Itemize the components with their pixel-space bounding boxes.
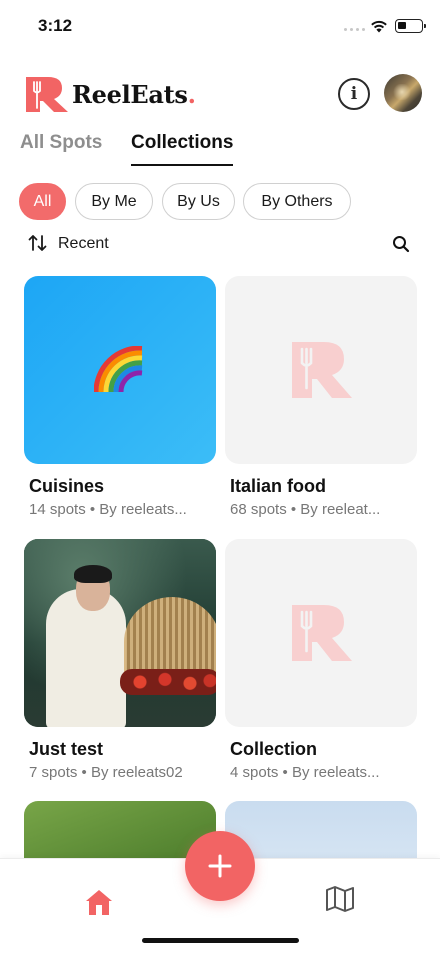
home-indicator bbox=[142, 938, 299, 943]
status-bar: 3:12 bbox=[0, 0, 440, 50]
collection-thumbnail bbox=[24, 276, 216, 464]
wifi-icon bbox=[371, 20, 387, 33]
rainbow-icon bbox=[94, 346, 143, 393]
collection-card[interactable]: Collection 4 spots • By reeleats... bbox=[225, 539, 417, 781]
view-tabs: All Spots Collections bbox=[20, 132, 420, 168]
sort-label[interactable]: Recent bbox=[58, 235, 109, 253]
tab-collections[interactable]: Collections bbox=[131, 132, 233, 154]
filter-chips: All By Me By Us By Others bbox=[19, 183, 429, 220]
collection-card[interactable]: Cuisines 14 spots • By reeleats... bbox=[24, 276, 216, 518]
collection-thumbnail bbox=[225, 539, 417, 727]
collection-thumbnail bbox=[225, 276, 417, 464]
placeholder-logo-icon bbox=[292, 342, 352, 398]
collection-title: Cuisines bbox=[29, 476, 105, 496]
map-icon[interactable] bbox=[325, 885, 355, 913]
collection-meta: 68 spots • By reeleat... bbox=[230, 501, 381, 518]
battery-icon bbox=[395, 19, 426, 33]
home-icon[interactable] bbox=[84, 887, 114, 917]
signal-dots-icon bbox=[344, 28, 366, 32]
photo-person-hair bbox=[74, 565, 112, 583]
collection-meta: 14 spots • By reeleats... bbox=[29, 501, 187, 518]
tab-all-spots[interactable]: All Spots bbox=[20, 132, 102, 154]
info-icon: i bbox=[350, 84, 358, 104]
search-icon[interactable] bbox=[392, 235, 410, 253]
sort-row: Recent bbox=[28, 232, 416, 256]
filter-chip-by-me[interactable]: By Me bbox=[75, 183, 153, 220]
collection-card[interactable]: Just test 7 spots • By reeleats02 bbox=[24, 539, 216, 781]
logo-mark-icon bbox=[26, 77, 68, 112]
info-button[interactable]: i bbox=[338, 78, 370, 110]
placeholder-logo-icon bbox=[292, 605, 352, 661]
add-collection-button[interactable] bbox=[185, 831, 255, 901]
collection-title: Just test bbox=[29, 739, 104, 759]
app-name: ReelEats. bbox=[72, 79, 196, 109]
collection-thumbnail bbox=[24, 539, 216, 727]
collection-title: Collection bbox=[230, 739, 318, 759]
photo-fruit bbox=[120, 669, 216, 695]
app-logo[interactable]: ReelEats. bbox=[24, 74, 196, 114]
collection-meta: 4 spots • By reeleats... bbox=[230, 764, 380, 781]
plus-icon bbox=[208, 854, 232, 878]
active-tab-indicator bbox=[131, 164, 233, 166]
filter-chip-by-others[interactable]: By Others bbox=[243, 183, 351, 220]
sort-icon[interactable] bbox=[28, 234, 48, 252]
app-header: ReelEats. i bbox=[24, 72, 424, 116]
collection-title: Italian food bbox=[230, 476, 326, 496]
collection-card[interactable]: Italian food 68 spots • By reeleat... bbox=[225, 276, 417, 518]
avatar[interactable] bbox=[384, 74, 422, 112]
status-time: 3:12 bbox=[38, 16, 73, 35]
filter-chip-by-us[interactable]: By Us bbox=[162, 183, 235, 220]
collection-meta: 7 spots • By reeleats02 bbox=[29, 764, 183, 781]
filter-chip-all[interactable]: All bbox=[19, 183, 66, 220]
